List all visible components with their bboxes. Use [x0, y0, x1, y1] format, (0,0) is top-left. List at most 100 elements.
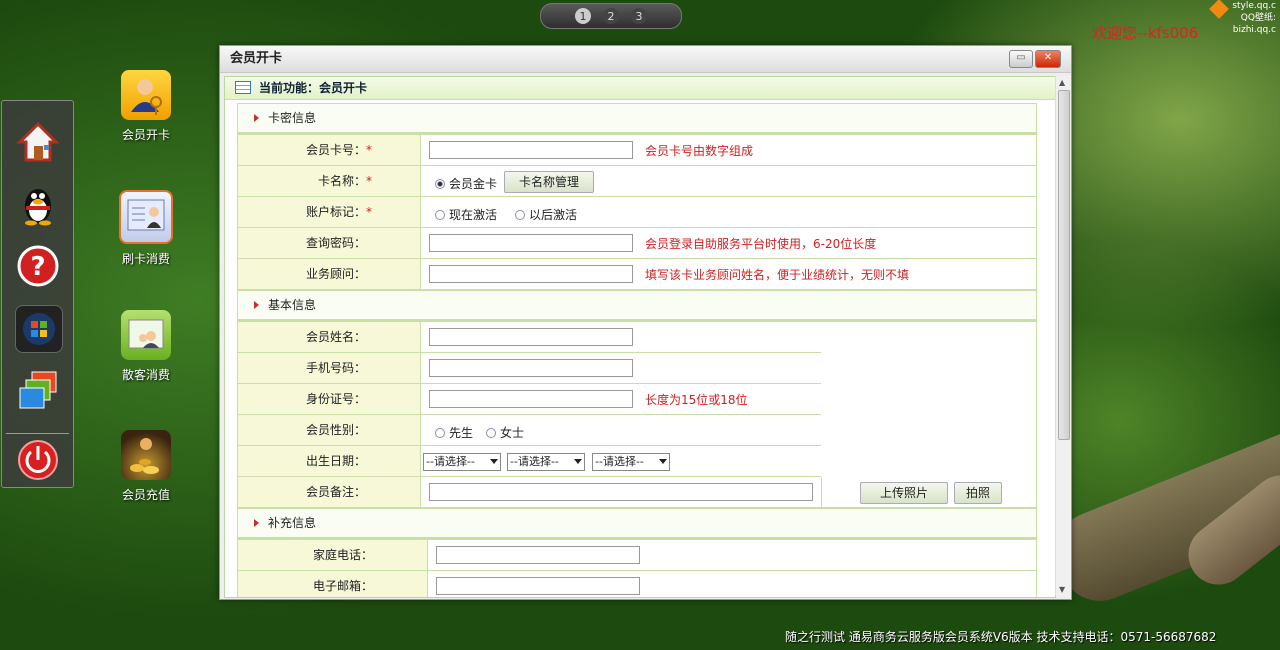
section-arrow-icon [254, 519, 259, 527]
scrollbar-thumb[interactable] [1058, 90, 1070, 440]
id-number-input[interactable] [429, 390, 633, 408]
desktop-icon-label: 会员充值 [121, 488, 170, 502]
row-account-flag: 账户标记：* 现在激活 以后激活 [237, 197, 1037, 228]
birth-day-value: --请选择-- [595, 455, 644, 468]
email-input[interactable] [436, 577, 640, 595]
chevron-down-icon [490, 459, 498, 464]
windows-stack-icon[interactable] [15, 367, 61, 413]
row-birth-date: 出生日期： --请选择-- --请选择-- --请选择-- [237, 446, 821, 477]
row-card-no: 会员卡号：* 会员卡号由数字组成 [237, 135, 1037, 166]
gender-female-label: 女士 [500, 426, 525, 440]
power-icon[interactable] [15, 437, 61, 483]
desktop-icon-label: 会员开卡 [121, 128, 170, 142]
function-bar: 当前功能：会员开卡 [225, 77, 1055, 100]
desktop-icon-recharge[interactable]: 会员充值 [106, 430, 186, 503]
member-card-icon [121, 70, 171, 120]
desktop-icon-swipe-card[interactable]: 刷卡消费 [106, 190, 186, 267]
corner-logo-line2: QQ壁纸: bizhi.qq.c [1232, 13, 1276, 35]
desktop-icon-member-card[interactable]: 会员开卡 [106, 70, 186, 143]
dock-divider [6, 433, 69, 434]
desktop-icon-guest[interactable]: 散客消费 [106, 310, 186, 383]
id-number-hint: 长度为15位或18位 [645, 393, 748, 407]
section-card-info: 卡密信息 [237, 103, 1037, 135]
section-title: 基本信息 [268, 298, 317, 312]
query-password-input[interactable] [429, 234, 633, 252]
radio-icon [435, 209, 445, 220]
qq-penguin-icon[interactable] [15, 181, 61, 227]
chevron-down-icon [574, 459, 582, 464]
member-card-window: 会员开卡 ▭ ✕ 当前功能：会员开卡 卡密信息 会员卡号：* 会员卡号由数字组成… [219, 45, 1072, 600]
note-divider [821, 477, 822, 507]
window-title: 会员开卡 [230, 51, 283, 66]
note-input[interactable] [429, 483, 813, 501]
gender-female-radio[interactable]: 女士 [486, 424, 524, 441]
maximize-button[interactable]: ▭ [1009, 50, 1033, 68]
radio-icon [435, 427, 445, 438]
activate-later-label: 以后激活 [529, 208, 578, 222]
windows-icon[interactable] [15, 305, 63, 353]
section-arrow-icon [254, 114, 259, 122]
advisor-input[interactable] [429, 265, 633, 283]
swipe-card-icon [119, 190, 173, 244]
mobile-input[interactable] [429, 359, 633, 377]
page-3-button[interactable]: 3 [631, 8, 647, 24]
activate-now-radio[interactable]: 现在激活 [435, 206, 497, 223]
dock: ? [1, 100, 74, 488]
member-name-input[interactable] [429, 328, 633, 346]
home-phone-input[interactable] [436, 546, 640, 564]
card-no-hint: 会员卡号由数字组成 [645, 144, 754, 158]
window-body: 当前功能：会员开卡 卡密信息 会员卡号：* 会员卡号由数字组成 卡名称：* 会员… [224, 76, 1056, 598]
chevron-down-icon [659, 459, 667, 464]
account-flag-label: 账户标记： [305, 205, 366, 219]
corner-logo-text: style.qq.c QQ壁纸: bizhi.qq.c [1212, 0, 1280, 35]
coins-icon [121, 430, 171, 480]
form-content: 卡密信息 会员卡号：* 会员卡号由数字组成 卡名称：* 会员金卡 卡名称管理 账… [237, 103, 1037, 597]
row-email: 电子邮箱： [237, 571, 1037, 597]
upload-photo-button[interactable]: 上传照片 [860, 482, 948, 504]
card-name-radio-gold[interactable]: 会员金卡 [435, 175, 497, 192]
radio-selected-icon [435, 178, 445, 189]
card-no-label: 会员卡号： [305, 143, 366, 157]
required-mark: * [366, 143, 372, 157]
scroll-up-icon[interactable]: ▲ [1059, 78, 1065, 87]
row-note: 会员备注： 上传照片 拍照 [237, 477, 1036, 508]
gender-male-radio[interactable]: 先生 [435, 424, 473, 441]
window-titlebar[interactable]: 会员开卡 ▭ ✕ [220, 46, 1071, 73]
page-2-button[interactable]: 2 [603, 8, 619, 24]
advisor-label: 业务顾问： [305, 267, 366, 281]
home-icon[interactable] [15, 119, 61, 165]
page-1-button[interactable]: 1 [575, 8, 591, 24]
activate-now-label: 现在激活 [449, 208, 498, 222]
close-button[interactable]: ✕ [1035, 50, 1061, 68]
vertical-scrollbar[interactable]: ▲ ▼ [1055, 76, 1071, 596]
id-number-label: 身份证号： [305, 392, 366, 406]
birth-month-select[interactable]: --请选择-- [507, 453, 585, 471]
birth-year-value: --请选择-- [426, 455, 475, 468]
advisor-hint: 填写该卡业务顾问姓名，便于业绩统计，无则不填 [645, 268, 910, 282]
card-no-input[interactable] [429, 141, 633, 159]
birth-month-value: --请选择-- [510, 455, 559, 468]
gender-male-label: 先生 [449, 426, 474, 440]
card-name-option: 会员金卡 [449, 177, 498, 191]
desktop-icon-label: 刷卡消费 [121, 252, 170, 266]
card-name-manage-button[interactable]: 卡名称管理 [504, 171, 594, 193]
take-photo-button[interactable]: 拍照 [954, 482, 1002, 504]
radio-icon [515, 209, 525, 220]
section-basic-info: 基本信息 [237, 290, 1037, 322]
scroll-down-icon[interactable]: ▼ [1059, 585, 1065, 594]
card-name-label: 卡名称： [317, 174, 366, 188]
photo-area [820, 322, 1034, 477]
section-title: 补充信息 [268, 516, 317, 530]
desktop-pager: 1 2 3 [540, 3, 682, 29]
query-password-label: 查询密码： [305, 236, 366, 250]
row-card-name: 卡名称：* 会员金卡 卡名称管理 [237, 166, 1037, 197]
required-mark: * [366, 174, 372, 188]
welcome-text: 欢迎您--kfs006 [1092, 24, 1199, 42]
birth-day-select[interactable]: --请选择-- [592, 453, 670, 471]
activate-later-radio[interactable]: 以后激活 [515, 206, 577, 223]
help-icon[interactable]: ? [15, 243, 61, 289]
member-name-label: 会员姓名： [305, 330, 366, 344]
radio-icon [486, 427, 496, 438]
birth-year-select[interactable]: --请选择-- [423, 453, 501, 471]
mobile-label: 手机号码： [305, 361, 366, 375]
